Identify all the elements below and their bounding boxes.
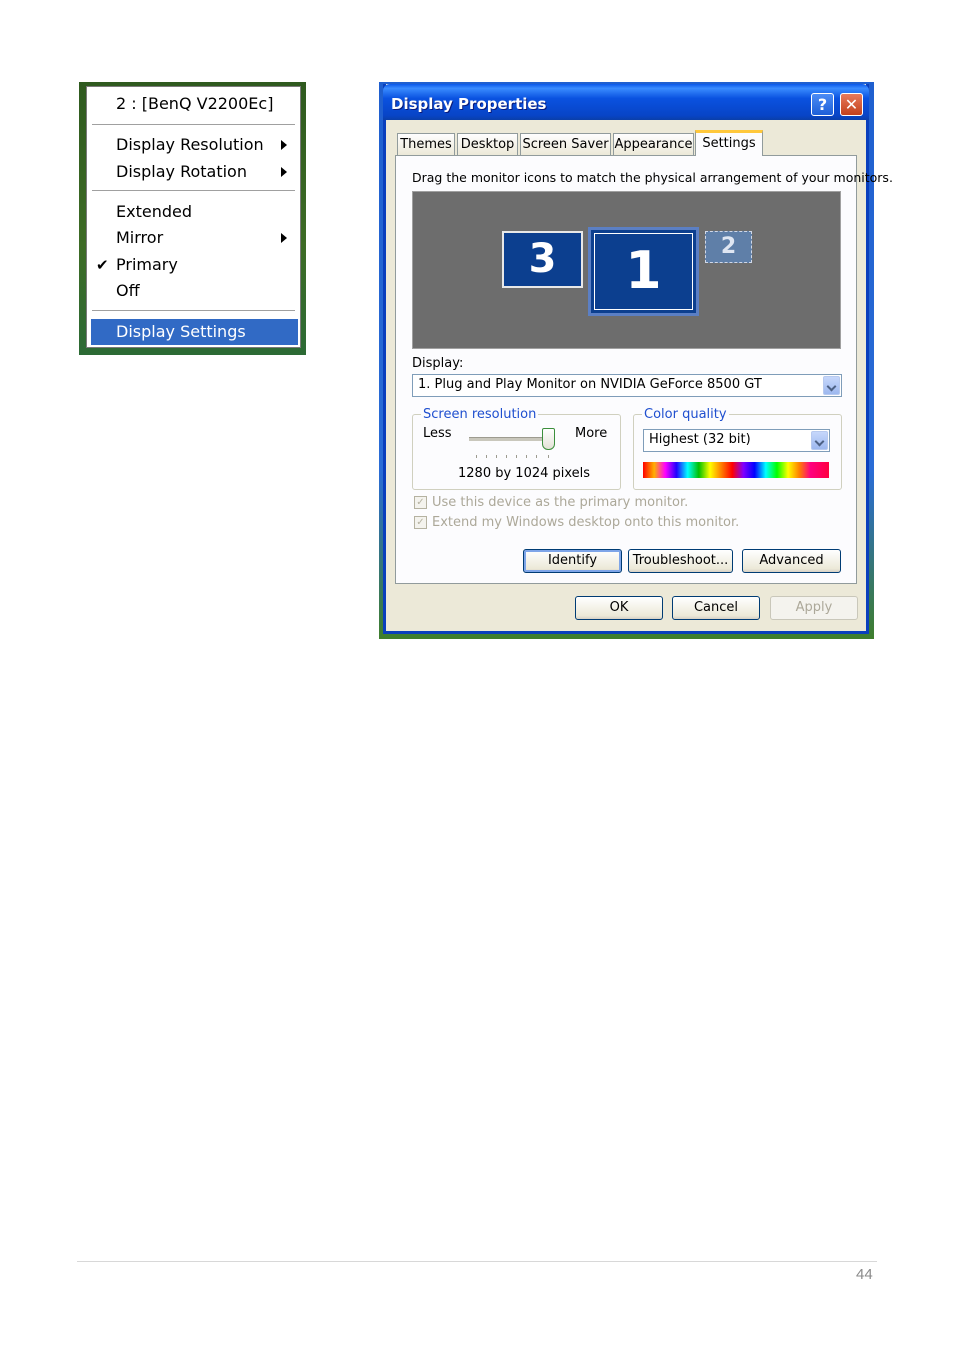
slider-tick <box>526 455 527 458</box>
slider-less-label: Less <box>423 426 452 441</box>
submenu-arrow-icon <box>281 233 287 243</box>
apply-button[interactable]: Apply <box>770 596 858 620</box>
slider-tick <box>496 455 497 458</box>
footer-divider <box>77 1261 877 1262</box>
chevron-down-icon[interactable] <box>811 431 828 450</box>
menu-item-display-resolution[interactable]: Display Resolution <box>87 132 300 158</box>
menu-item-mirror[interactable]: Mirror <box>87 225 300 251</box>
slider-tick <box>506 455 507 458</box>
extend-desktop-checkbox[interactable]: ✓ <box>414 516 427 529</box>
monitor-1-icon[interactable]: 1 <box>588 227 699 316</box>
slider-tick <box>476 455 477 458</box>
color-quality-group <box>633 414 842 490</box>
submenu-arrow-icon <box>281 167 287 177</box>
troubleshoot-button[interactable]: Troubleshoot... <box>628 549 733 573</box>
slider-tick <box>536 455 537 458</box>
display-context-menu: 2 : [BenQ V2200Ec] Display Resolution Di… <box>86 86 301 348</box>
menu-item-primary[interactable]: ✔ Primary <box>87 252 300 278</box>
cancel-button[interactable]: Cancel <box>672 596 760 620</box>
menu-item-off[interactable]: Off <box>87 278 300 304</box>
menu-header: 2 : [BenQ V2200Ec] <box>116 94 274 113</box>
tab-appearance[interactable]: Appearance <box>613 133 694 155</box>
primary-monitor-label: Use this device as the primary monitor. <box>432 495 689 510</box>
help-icon: ? <box>817 95 828 114</box>
slider-tick <box>548 455 549 458</box>
instruction-text: Drag the monitor icons to match the phys… <box>412 170 893 185</box>
tab-settings[interactable]: Settings <box>695 130 763 156</box>
color-quality-title: Color quality <box>642 407 729 422</box>
dialog-title: Display Properties <box>391 95 547 113</box>
submenu-arrow-icon <box>281 140 287 150</box>
primary-monitor-checkbox[interactable]: ✓ <box>414 496 427 509</box>
ok-button[interactable]: OK <box>575 596 663 620</box>
display-select[interactable]: 1. Plug and Play Monitor on NVIDIA GeFor… <box>412 374 842 397</box>
advanced-button[interactable]: Advanced <box>742 549 841 573</box>
menu-separator <box>92 310 295 311</box>
help-button[interactable]: ? <box>811 93 834 116</box>
screen-resolution-title: Screen resolution <box>421 407 539 422</box>
menu-item-display-settings[interactable]: Display Settings <box>91 319 298 345</box>
checkmark-icon: ✔ <box>96 256 109 274</box>
monitor-2-icon[interactable]: 2 <box>705 231 752 263</box>
slider-more-label: More <box>575 426 608 441</box>
display-label: Display: <box>412 356 464 371</box>
slider-tick <box>516 455 517 458</box>
close-icon: ✕ <box>844 95 859 114</box>
resolution-slider-track[interactable] <box>469 437 551 441</box>
slider-tick <box>486 455 487 458</box>
color-quality-select[interactable]: Highest (32 bit) <box>643 429 830 452</box>
identify-button[interactable]: Identify <box>523 549 622 573</box>
tab-themes[interactable]: Themes <box>397 133 455 155</box>
monitor-3-icon[interactable]: 3 <box>502 231 583 288</box>
menu-item-extended[interactable]: Extended <box>87 199 300 225</box>
menu-item-display-rotation[interactable]: Display Rotation <box>87 159 300 185</box>
monitor-selection-border <box>594 233 693 310</box>
tab-screen-saver[interactable]: Screen Saver <box>520 133 611 155</box>
close-button[interactable]: ✕ <box>840 93 863 116</box>
extend-desktop-label: Extend my Windows desktop onto this moni… <box>432 515 740 530</box>
resolution-value: 1280 by 1024 pixels <box>458 466 591 481</box>
menu-separator <box>92 124 295 125</box>
page-number: 44 <box>856 1266 873 1283</box>
resolution-slider-thumb[interactable] <box>542 428 555 450</box>
chevron-down-icon[interactable] <box>823 376 840 395</box>
menu-separator <box>92 190 295 191</box>
tab-desktop[interactable]: Desktop <box>457 133 518 155</box>
color-spectrum-preview <box>643 462 829 478</box>
